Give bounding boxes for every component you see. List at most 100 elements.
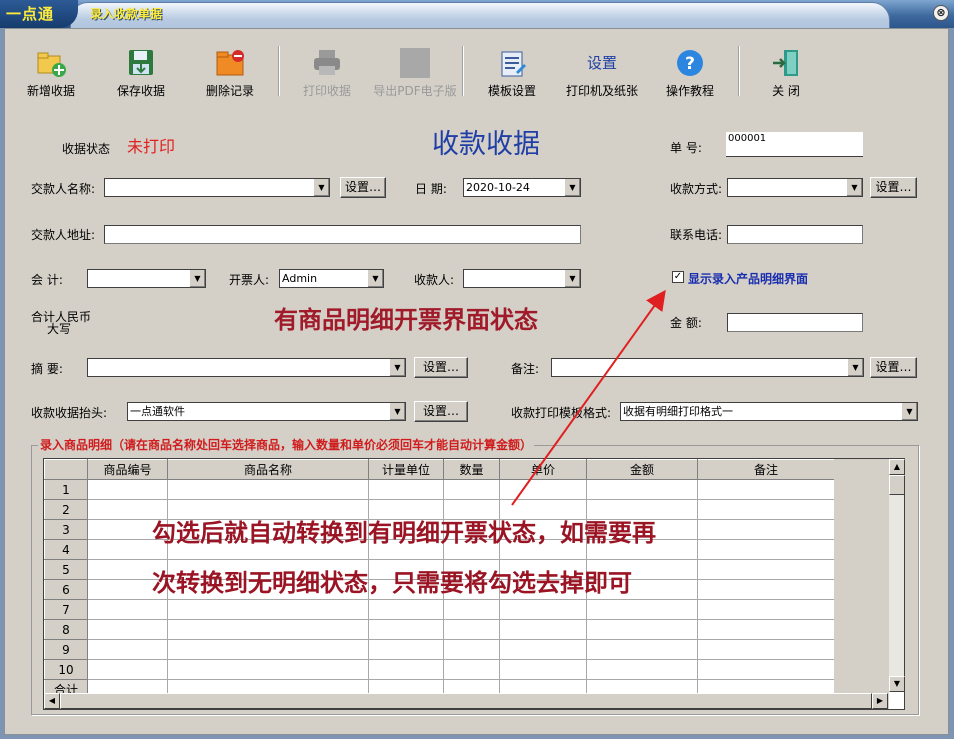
template-settings-button[interactable]: 模板设置	[467, 46, 557, 102]
summary-combo[interactable]: ▼	[87, 358, 406, 377]
table-cell[interactable]	[586, 659, 698, 680]
accountant-combo[interactable]: ▼	[87, 269, 206, 288]
table-cell[interactable]	[368, 599, 444, 620]
save-receipt-button[interactable]: 保存收据	[96, 46, 186, 102]
dropdown-arrow-icon[interactable]: ▼	[846, 179, 862, 196]
phone-field[interactable]	[727, 225, 863, 244]
show-detail-checkbox[interactable]: ✓	[672, 271, 684, 283]
dropdown-arrow-icon[interactable]: ▼	[389, 359, 405, 376]
table-cell[interactable]	[443, 639, 500, 660]
table-row[interactable]: 8	[44, 619, 835, 640]
table-cell[interactable]	[443, 479, 500, 500]
table-cell[interactable]	[87, 659, 168, 680]
table-cell[interactable]	[499, 479, 587, 500]
table-cell[interactable]	[87, 639, 168, 660]
table-cell[interactable]	[87, 599, 168, 620]
horizontal-scrollbar[interactable]: ◀ ▶	[44, 693, 888, 709]
table-cell[interactable]	[499, 599, 587, 620]
summary-setting-button[interactable]: 设置…	[414, 357, 468, 378]
table-cell[interactable]	[499, 659, 587, 680]
payer-name-combo[interactable]: ▼	[104, 178, 330, 197]
dropdown-arrow-icon[interactable]: ▼	[564, 179, 580, 196]
receipt-header-combo[interactable]: 一点通软件 ▼	[127, 402, 406, 421]
delete-record-button[interactable]: 删除记录	[185, 46, 275, 102]
table-cell[interactable]	[697, 599, 835, 620]
show-detail-label[interactable]: 显示录入产品明细界面	[688, 270, 808, 287]
tutorial-button[interactable]: ? 操作教程	[645, 46, 735, 102]
scroll-thumb[interactable]	[60, 693, 872, 709]
header-setting-button[interactable]: 设置…	[414, 401, 468, 422]
print-receipt-button[interactable]: 打印收据	[282, 46, 372, 102]
scroll-left-icon[interactable]: ◀	[44, 693, 60, 709]
table-cell[interactable]	[368, 479, 444, 500]
receiver-combo[interactable]: ▼	[463, 269, 581, 288]
table-cell[interactable]	[697, 579, 835, 600]
dropdown-arrow-icon[interactable]: ▼	[367, 270, 383, 287]
column-header[interactable]: 商品名称	[167, 459, 369, 480]
table-cell[interactable]	[368, 619, 444, 640]
table-cell[interactable]	[167, 659, 369, 680]
dropdown-arrow-icon[interactable]: ▼	[847, 359, 863, 376]
table-cell[interactable]	[697, 619, 835, 640]
table-cell[interactable]	[167, 639, 369, 660]
remark-combo[interactable]: ▼	[551, 358, 864, 377]
vertical-scrollbar[interactable]: ▲ ▼	[888, 459, 905, 692]
scroll-thumb[interactable]	[889, 475, 905, 495]
issuer-combo[interactable]: Admin ▼	[279, 269, 384, 288]
table-cell[interactable]	[368, 639, 444, 660]
dropdown-arrow-icon[interactable]: ▼	[901, 403, 917, 420]
table-cell[interactable]	[586, 639, 698, 660]
column-header[interactable]: 单价	[499, 459, 587, 480]
close-form-button[interactable]: 关 闭	[741, 46, 831, 102]
payer-address-field[interactable]	[104, 225, 581, 244]
pay-method-setting-button[interactable]: 设置…	[870, 177, 917, 198]
table-cell[interactable]	[443, 599, 500, 620]
table-cell[interactable]	[586, 619, 698, 640]
table-cell[interactable]	[167, 479, 369, 500]
scroll-up-icon[interactable]: ▲	[889, 459, 905, 475]
table-cell[interactable]	[499, 639, 587, 660]
table-cell[interactable]	[443, 619, 500, 640]
amount-field[interactable]	[727, 313, 863, 332]
table-cell[interactable]	[167, 599, 369, 620]
export-pdf-button[interactable]: 导出PDF电子版	[370, 46, 460, 102]
new-receipt-button[interactable]: 新增收据	[6, 46, 96, 102]
table-cell[interactable]	[87, 619, 168, 640]
date-picker[interactable]: 2020-10-24 ▼	[463, 178, 581, 197]
print-template-combo[interactable]: 收据有明细打印格式一 ▼	[620, 402, 918, 421]
table-cell[interactable]	[697, 499, 835, 520]
table-row[interactable]: 7	[44, 599, 835, 620]
table-cell[interactable]	[697, 479, 835, 500]
table-row[interactable]: 10	[44, 659, 835, 680]
remark-setting-button[interactable]: 设置…	[870, 357, 917, 378]
table-row[interactable]: 9	[44, 639, 835, 660]
table-cell[interactable]	[499, 619, 587, 640]
table-cell[interactable]	[697, 519, 835, 540]
scroll-down-icon[interactable]: ▼	[889, 676, 905, 692]
column-header[interactable]: 商品编号	[87, 459, 168, 480]
pay-method-combo[interactable]: ▼	[727, 178, 863, 197]
payer-setting-button[interactable]: 设置…	[340, 177, 386, 198]
table-cell[interactable]	[586, 479, 698, 500]
table-cell[interactable]	[586, 599, 698, 620]
table-cell[interactable]	[697, 539, 835, 560]
dropdown-arrow-icon[interactable]: ▼	[313, 179, 329, 196]
column-header[interactable]: 计量单位	[368, 459, 444, 480]
table-cell[interactable]	[167, 619, 369, 640]
table-cell[interactable]	[443, 659, 500, 680]
scroll-right-icon[interactable]: ▶	[872, 693, 888, 709]
dropdown-arrow-icon[interactable]: ▼	[189, 270, 205, 287]
column-header[interactable]: 备注	[697, 459, 835, 480]
column-header[interactable]: 金额	[586, 459, 698, 480]
table-cell[interactable]	[697, 559, 835, 580]
table-cell[interactable]	[368, 659, 444, 680]
receipt-no-field[interactable]: 000001	[726, 132, 863, 157]
table-cell[interactable]	[697, 659, 835, 680]
table-cell[interactable]	[87, 479, 168, 500]
printer-paper-button[interactable]: 设置 打印机及纸张	[557, 46, 647, 102]
dropdown-arrow-icon[interactable]: ▼	[564, 270, 580, 287]
dropdown-arrow-icon[interactable]: ▼	[389, 403, 405, 420]
table-row[interactable]: 1	[44, 479, 835, 500]
table-cell[interactable]	[697, 639, 835, 660]
window-close-button[interactable]: ⊗	[933, 5, 949, 21]
